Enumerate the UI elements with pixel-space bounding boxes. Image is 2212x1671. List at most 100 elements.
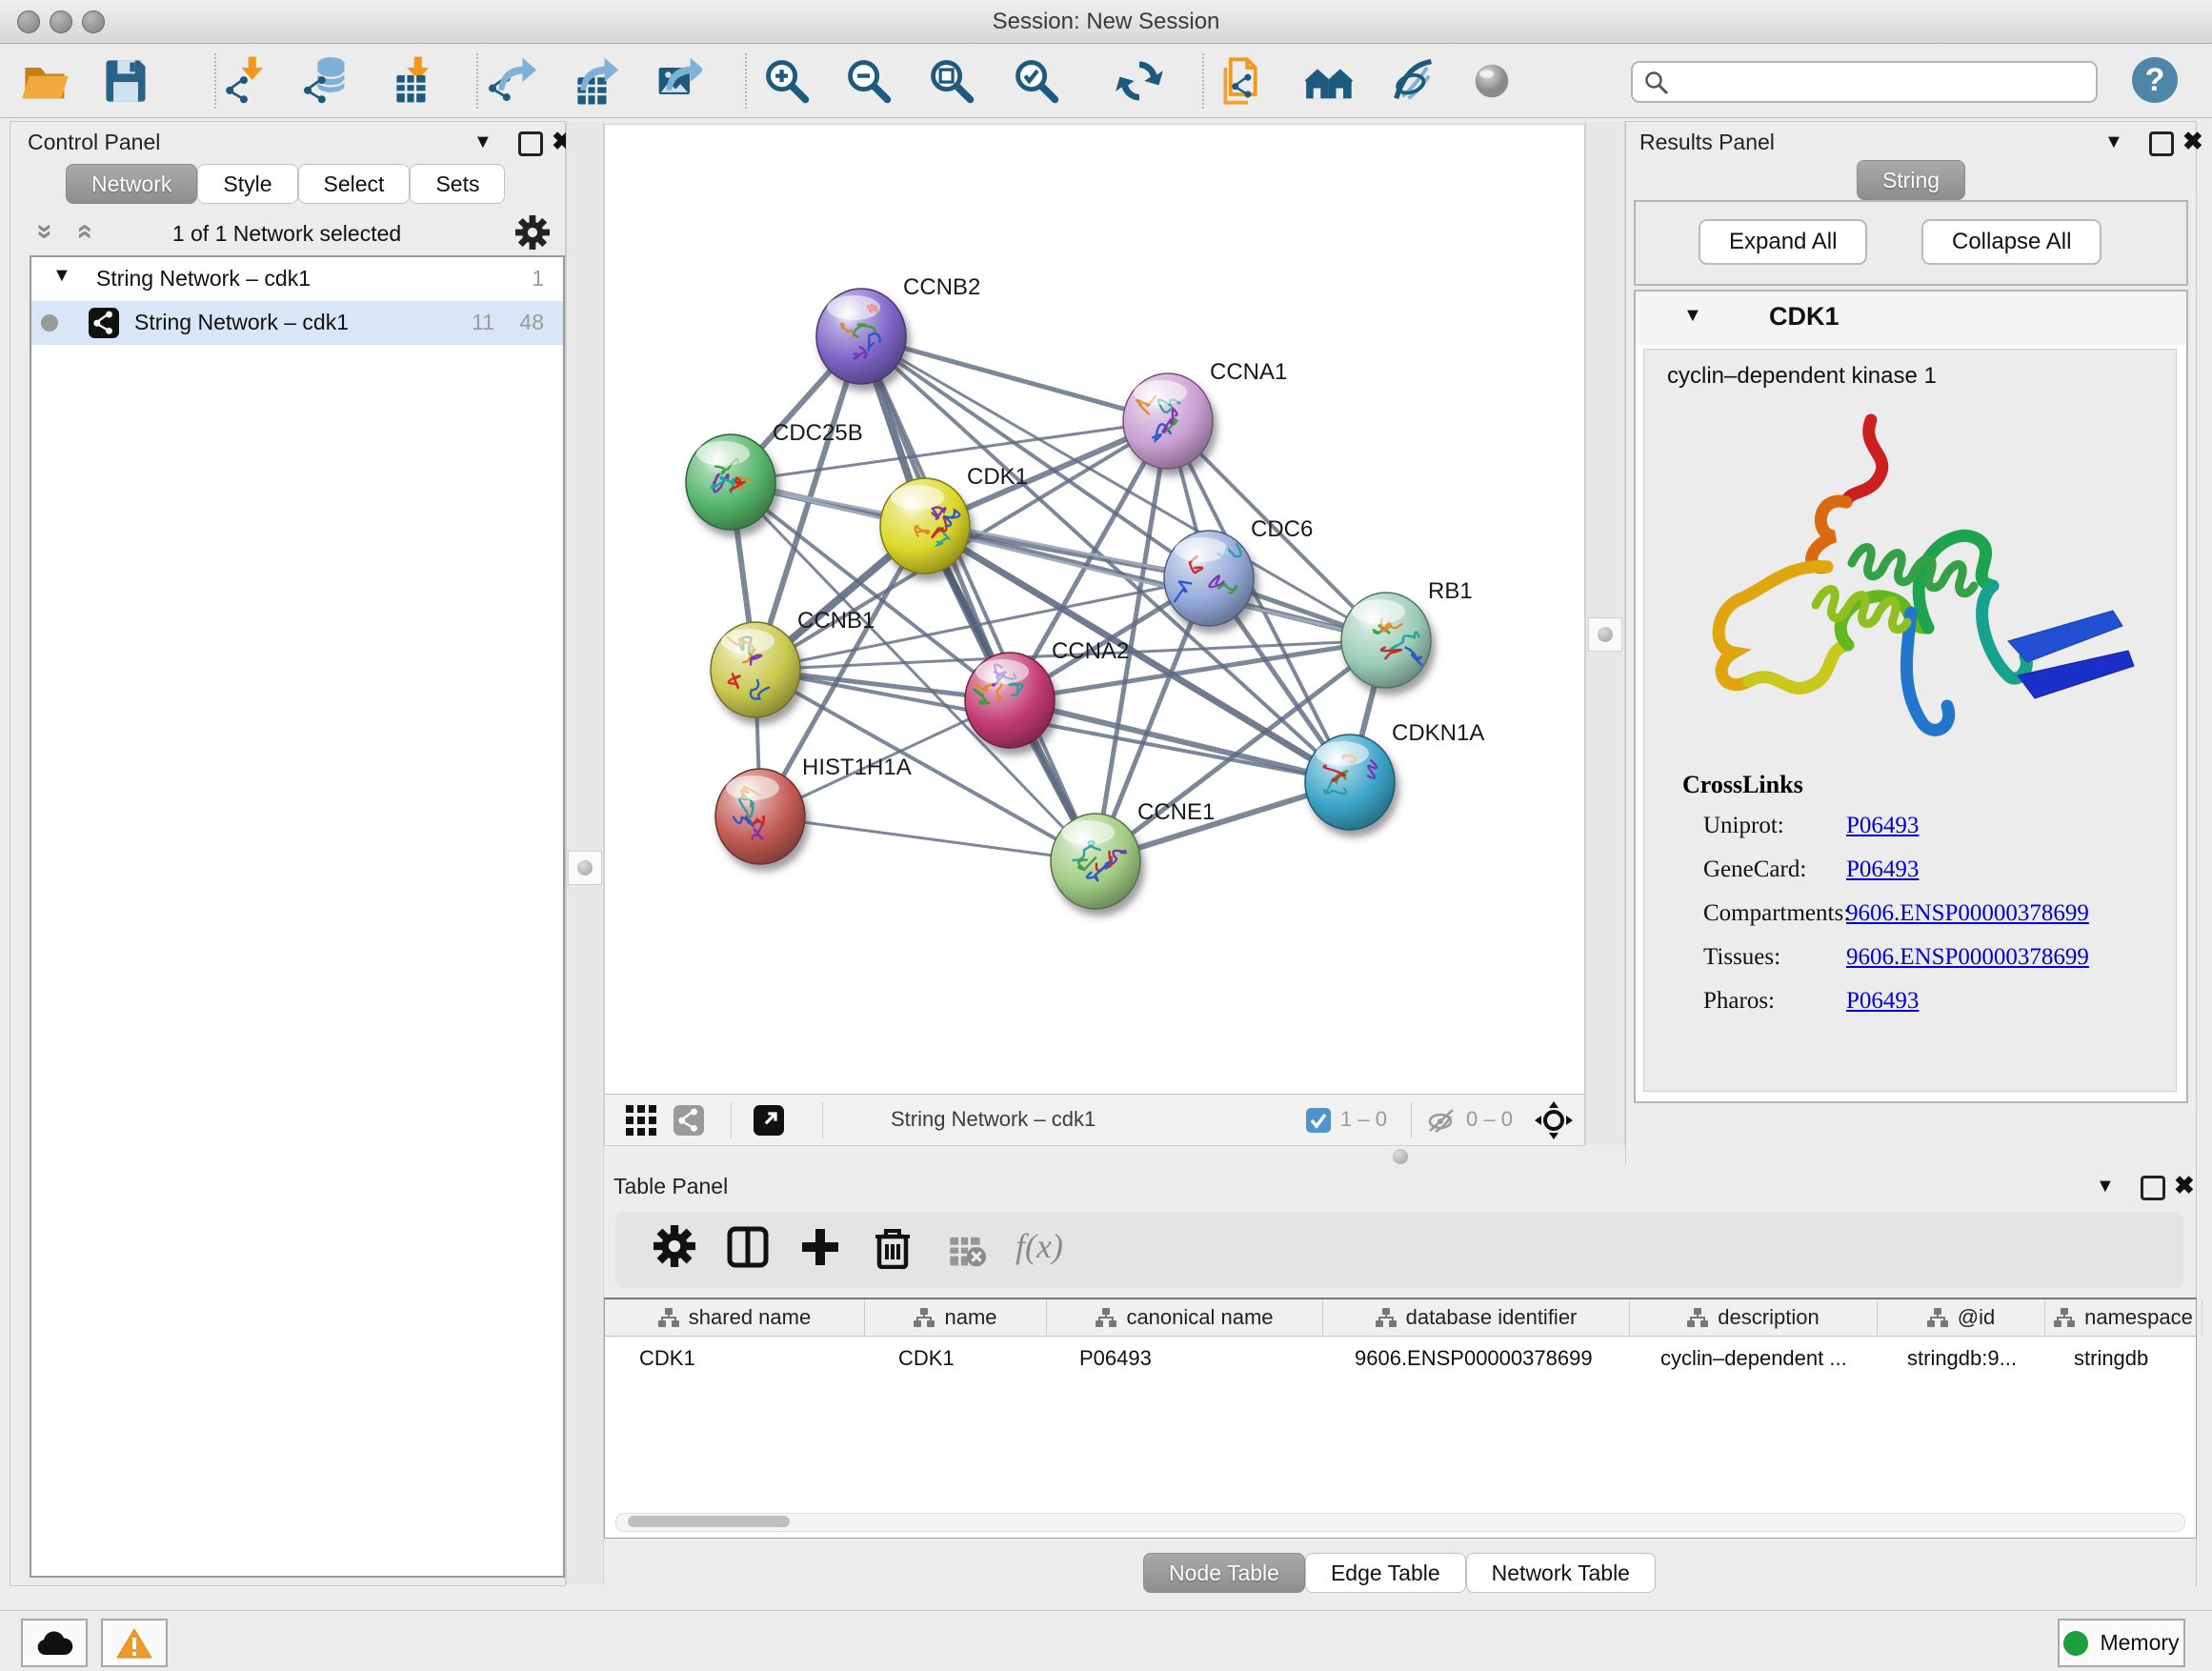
open-session-icon[interactable]: [20, 55, 71, 107]
column-header-name[interactable]: name: [865, 1299, 1047, 1336]
export-image-icon[interactable]: [651, 55, 702, 107]
right-splitter-handle[interactable]: [1588, 617, 1622, 652]
zoom-fit-icon[interactable]: [926, 55, 977, 107]
network-node-CDKN1A[interactable]: CDKN1A: [1305, 720, 1484, 830]
tree-expand-icon[interactable]: ▼: [52, 265, 71, 287]
hidden-count-eye-icon[interactable]: [1426, 1108, 1458, 1133]
grid-view-icon[interactable]: [626, 1105, 656, 1136]
export-table-icon[interactable]: [567, 55, 618, 107]
tab-sets[interactable]: Sets: [410, 164, 505, 204]
node-label-HIST1H1A: HIST1H1A: [802, 755, 912, 780]
network-collection-row[interactable]: ▼ String Network – cdk1 1: [31, 257, 563, 301]
tab-edge-table[interactable]: Edge Table: [1305, 1553, 1466, 1593]
scrollbar-thumb[interactable]: [628, 1516, 790, 1527]
tab-string[interactable]: String: [1857, 160, 1965, 200]
network-node-CCNB2[interactable]: CCNB2: [816, 274, 980, 384]
search-input[interactable]: [1677, 65, 2081, 97]
show-hide-graphics-icon[interactable]: [1388, 55, 1439, 107]
memory-button[interactable]: Memory: [2058, 1619, 2185, 1667]
import-network-database-icon[interactable]: [300, 55, 352, 107]
zoom-selected-icon[interactable]: [1011, 55, 1062, 107]
table-panel-float-icon[interactable]: [2141, 1176, 2165, 1200]
network-view-canvas[interactable]: CCNB2CCNA1CDC25BCDK1CDC6RB1CCNB1CCNA2CDK…: [604, 124, 1585, 1096]
table-panel-collapse-icon[interactable]: ▼: [2096, 1176, 2115, 1198]
add-column-icon[interactable]: [798, 1225, 848, 1275]
collapse-all-button[interactable]: Collapse All: [1921, 219, 2101, 265]
cell-description[interactable]: cyclin–dependent ...: [1626, 1337, 1873, 1380]
home-layout-icon[interactable]: [1304, 55, 1356, 107]
cell-canonical-name[interactable]: P06493: [1045, 1337, 1320, 1380]
delete-column-icon[interactable]: [871, 1225, 920, 1275]
results-panel-float-icon[interactable]: [2149, 131, 2174, 156]
cell-shared-name[interactable]: CDK1: [605, 1337, 864, 1380]
horizontal-splitter-handle[interactable]: [1393, 1149, 1408, 1164]
column-header-description[interactable]: description: [1630, 1299, 1878, 1336]
cell--id[interactable]: stringdb:9...: [1873, 1337, 2040, 1380]
network-node-RB1[interactable]: RB1: [1341, 578, 1473, 688]
node-label-CDC6: CDC6: [1251, 516, 1313, 542]
warning-status-button[interactable]: [101, 1619, 168, 1667]
crosslink-link-0[interactable]: P06493: [1846, 813, 1919, 839]
zoom-in-icon[interactable]: [761, 55, 813, 107]
column-header--id[interactable]: @id: [1878, 1299, 2045, 1336]
crosslink-link-1[interactable]: P06493: [1846, 856, 1919, 883]
gene-collapse-icon[interactable]: ▼: [1683, 305, 1702, 327]
refresh-icon[interactable]: [1114, 55, 1165, 107]
network-node-HIST1H1A[interactable]: HIST1H1A: [715, 755, 912, 864]
open-in-new-window-icon[interactable]: [754, 1105, 784, 1136]
cell-name[interactable]: CDK1: [864, 1337, 1045, 1380]
table-panel-close-icon[interactable]: ✖: [2174, 1176, 2195, 1195]
column-header-shared-name[interactable]: shared name: [605, 1299, 865, 1336]
cloud-status-button[interactable]: [21, 1619, 88, 1667]
control-panel-float-icon[interactable]: [518, 131, 543, 156]
selected-count-checkbox-icon[interactable]: [1306, 1108, 1331, 1133]
network-options-gear-icon[interactable]: [515, 215, 550, 250]
export-network-icon[interactable]: [485, 55, 536, 107]
share-document-icon[interactable]: [1220, 55, 1272, 107]
tab-style[interactable]: Style: [197, 164, 297, 204]
left-splitter-handle[interactable]: [568, 851, 602, 885]
table-horizontal-scrollbar[interactable]: [615, 1513, 2185, 1532]
crosslink-link-4[interactable]: P06493: [1846, 988, 1919, 1015]
cell-database-identifier[interactable]: 9606.ENSP00000378699: [1320, 1337, 1626, 1380]
search-box[interactable]: [1631, 61, 2098, 103]
tab-network[interactable]: Network: [66, 164, 197, 204]
gene-section-header[interactable]: ▼ CDK1: [1636, 292, 2186, 345]
gear-icon[interactable]: [654, 1225, 703, 1275]
network-row-selected[interactable]: String Network – cdk1 11 48: [31, 301, 563, 345]
tab-node-table[interactable]: Node Table: [1143, 1553, 1305, 1593]
table-panel-title: Table Panel: [613, 1174, 728, 1199]
crosslink-label-1: GeneCard:: [1703, 856, 1806, 883]
network-node-CDC6[interactable]: CDC6: [1164, 516, 1313, 626]
column-header-database-identifier[interactable]: database identifier: [1323, 1299, 1630, 1336]
birdseye-icon[interactable]: [1466, 55, 1518, 107]
cell-namespace[interactable]: stringdb: [2040, 1337, 2196, 1380]
horizontal-splitter[interactable]: [604, 1145, 1585, 1164]
divider: [822, 1102, 823, 1138]
column-header-namespace[interactable]: namespace: [2045, 1299, 2202, 1336]
column-header-canonical-name[interactable]: canonical name: [1047, 1299, 1323, 1336]
tab-select[interactable]: Select: [298, 164, 411, 204]
tab-network-table[interactable]: Network Table: [1466, 1553, 1656, 1593]
expand-all-button[interactable]: Expand All: [1699, 219, 1867, 265]
network-node-CDC25B[interactable]: CDC25B: [686, 420, 863, 530]
import-network-file-icon[interactable]: [220, 55, 271, 107]
network-node-CCNA1[interactable]: CCNA1: [1123, 359, 1287, 469]
crosslink-link-2[interactable]: 9606.ENSP00000378699: [1846, 900, 2089, 927]
save-session-icon[interactable]: [100, 55, 151, 107]
edge-CCNE1-HIST1H1A[interactable]: [760, 816, 1096, 861]
crosslink-link-3[interactable]: 9606.ENSP00000378699: [1846, 944, 2089, 971]
zoom-out-icon[interactable]: [843, 55, 895, 107]
network-view-icon[interactable]: [674, 1105, 704, 1136]
fit-content-crosshair-icon[interactable]: [1535, 1101, 1573, 1139]
split-columns-icon[interactable]: [726, 1225, 775, 1275]
node-label-CDKN1A: CDKN1A: [1392, 720, 1484, 746]
network-node-CCNB1[interactable]: CCNB1: [711, 608, 875, 717]
table-row[interactable]: CDK1CDK1P064939606.ENSP00000378699cyclin…: [605, 1337, 2196, 1380]
results-panel-close-icon[interactable]: ✖: [2182, 131, 2203, 151]
import-table-icon[interactable]: [386, 55, 437, 107]
edge-CCNB2-CCNE1[interactable]: [861, 336, 1096, 861]
control-panel-collapse-icon[interactable]: ▼: [473, 131, 493, 153]
help-icon[interactable]: ?: [2132, 57, 2178, 103]
results-panel-collapse-icon[interactable]: ▼: [2104, 131, 2123, 153]
